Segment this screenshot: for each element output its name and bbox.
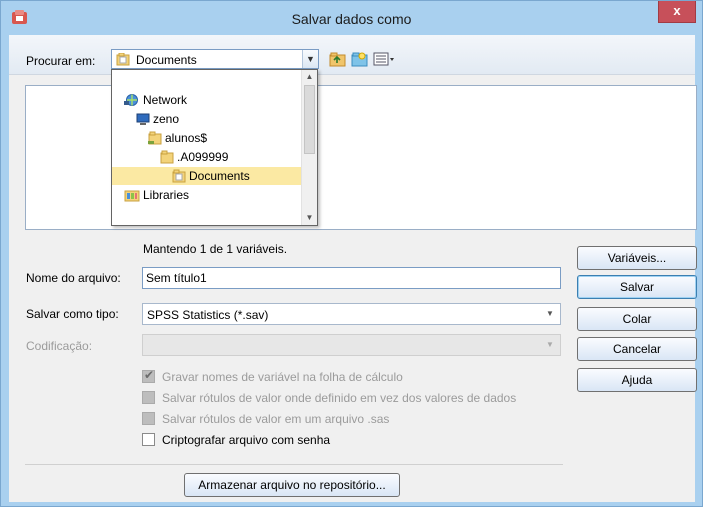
title-bar[interactable]: Salvar dados como x (1, 1, 702, 35)
dropdown-item-label: Documents (189, 169, 250, 183)
variables-button[interactable]: Variáveis... (577, 246, 697, 270)
chevron-down-icon[interactable]: ▼ (302, 50, 318, 68)
scroll-thumb[interactable] (304, 85, 315, 154)
encoding-label: Codificação: (26, 339, 93, 353)
up-folder-icon[interactable] (329, 51, 346, 67)
close-button[interactable]: x (658, 1, 696, 23)
save-type-value: SPSS Statistics (*.sav) (147, 308, 269, 322)
encoding-select: ▼ (142, 334, 561, 356)
dropdown-item-a099999[interactable]: .A099999 (160, 148, 228, 166)
filename-input[interactable] (142, 267, 561, 289)
save-data-dialog: Salvar dados como x Procurar em: Documen… (0, 0, 703, 507)
save-value-labels-sas-checkbox: Salvar rótulos de valor em um arquivo .s… (142, 410, 562, 428)
dropdown-item-alunos[interactable]: alunos$ (148, 129, 207, 147)
dropdown-item-label: .A099999 (177, 150, 229, 164)
encrypt-file-checkbox[interactable]: Criptografar arquivo com senha (142, 431, 562, 449)
checkbox-label: Salvar rótulos de valor onde definido em… (162, 391, 517, 405)
folder-icon (148, 131, 162, 145)
dropdown-item-label: Libraries (143, 188, 190, 202)
look-in-dropdown[interactable]: Network zeno alunos$ .A099999 Documents … (111, 69, 318, 226)
dropdown-item-label: Network (143, 93, 188, 107)
write-variable-names-checkbox: ✔ Gravar nomes de variável na folha de c… (142, 368, 562, 386)
checkbox-box: ✔ (142, 368, 155, 383)
dropdown-item-zeno[interactable]: zeno (136, 110, 179, 128)
save-type-label: Salvar como tipo: (26, 307, 119, 321)
save-type-select[interactable]: SPSS Statistics (*.sav) ▼ (142, 303, 561, 325)
dropdown-item-libraries[interactable]: Libraries (124, 186, 189, 204)
help-button[interactable]: Ajuda (577, 368, 697, 392)
variables-kept-status: Mantendo 1 de 1 variáveis. (143, 242, 288, 256)
scroll-down-icon[interactable]: ▼ (302, 211, 317, 225)
dialog-title: Salvar dados como (291, 11, 412, 27)
chevron-down-icon[interactable]: ▼ (542, 306, 558, 322)
checkbox-box (142, 412, 155, 425)
new-folder-icon[interactable] (351, 51, 368, 67)
separator (25, 464, 563, 465)
filename-label: Nome do arquivo: (26, 271, 121, 285)
paste-button[interactable]: Colar (577, 307, 697, 331)
dropdown-item-network[interactable]: Network (124, 91, 187, 109)
dropdown-item-label: zeno (153, 112, 180, 126)
dropdown-item-documents[interactable]: Documents (112, 167, 302, 185)
chevron-down-icon: ▼ (546, 340, 554, 349)
look-in-combo[interactable]: Documents ▼ (111, 49, 319, 69)
checkmark-icon: ✔ (144, 368, 155, 382)
store-in-repository-button[interactable]: Armazenar arquivo no repositório... (184, 473, 400, 497)
cancel-button[interactable]: Cancelar (577, 337, 697, 361)
checkbox-label: Gravar nomes de variável na folha de cál… (162, 370, 403, 384)
checkbox-box[interactable] (142, 433, 155, 446)
network-icon (124, 94, 138, 106)
checkbox-label: Salvar rótulos de valor em um arquivo .s… (162, 412, 390, 426)
look-in-value: Documents (136, 53, 197, 67)
checkbox-box (142, 391, 155, 404)
folder-icon (160, 150, 174, 164)
computer-icon (136, 113, 150, 125)
dropdown-scrollbar[interactable]: ▲ ▼ (301, 70, 317, 225)
look-in-label: Procurar em: (26, 54, 96, 68)
save-value-labels-checkbox: Salvar rótulos de valor onde definido em… (142, 389, 562, 407)
checkbox-label: Criptografar arquivo com senha (162, 433, 331, 447)
save-button[interactable]: Salvar (577, 275, 697, 299)
dialog-body: Procurar em: Documents ▼ Network zeno al… (9, 35, 697, 502)
documents-folder-icon (172, 169, 186, 183)
scroll-up-icon[interactable]: ▲ (302, 70, 317, 84)
libraries-icon (124, 190, 140, 202)
dropdown-item-label: alunos$ (165, 131, 208, 145)
view-menu-icon[interactable] (373, 51, 397, 67)
documents-folder-icon (116, 53, 130, 66)
